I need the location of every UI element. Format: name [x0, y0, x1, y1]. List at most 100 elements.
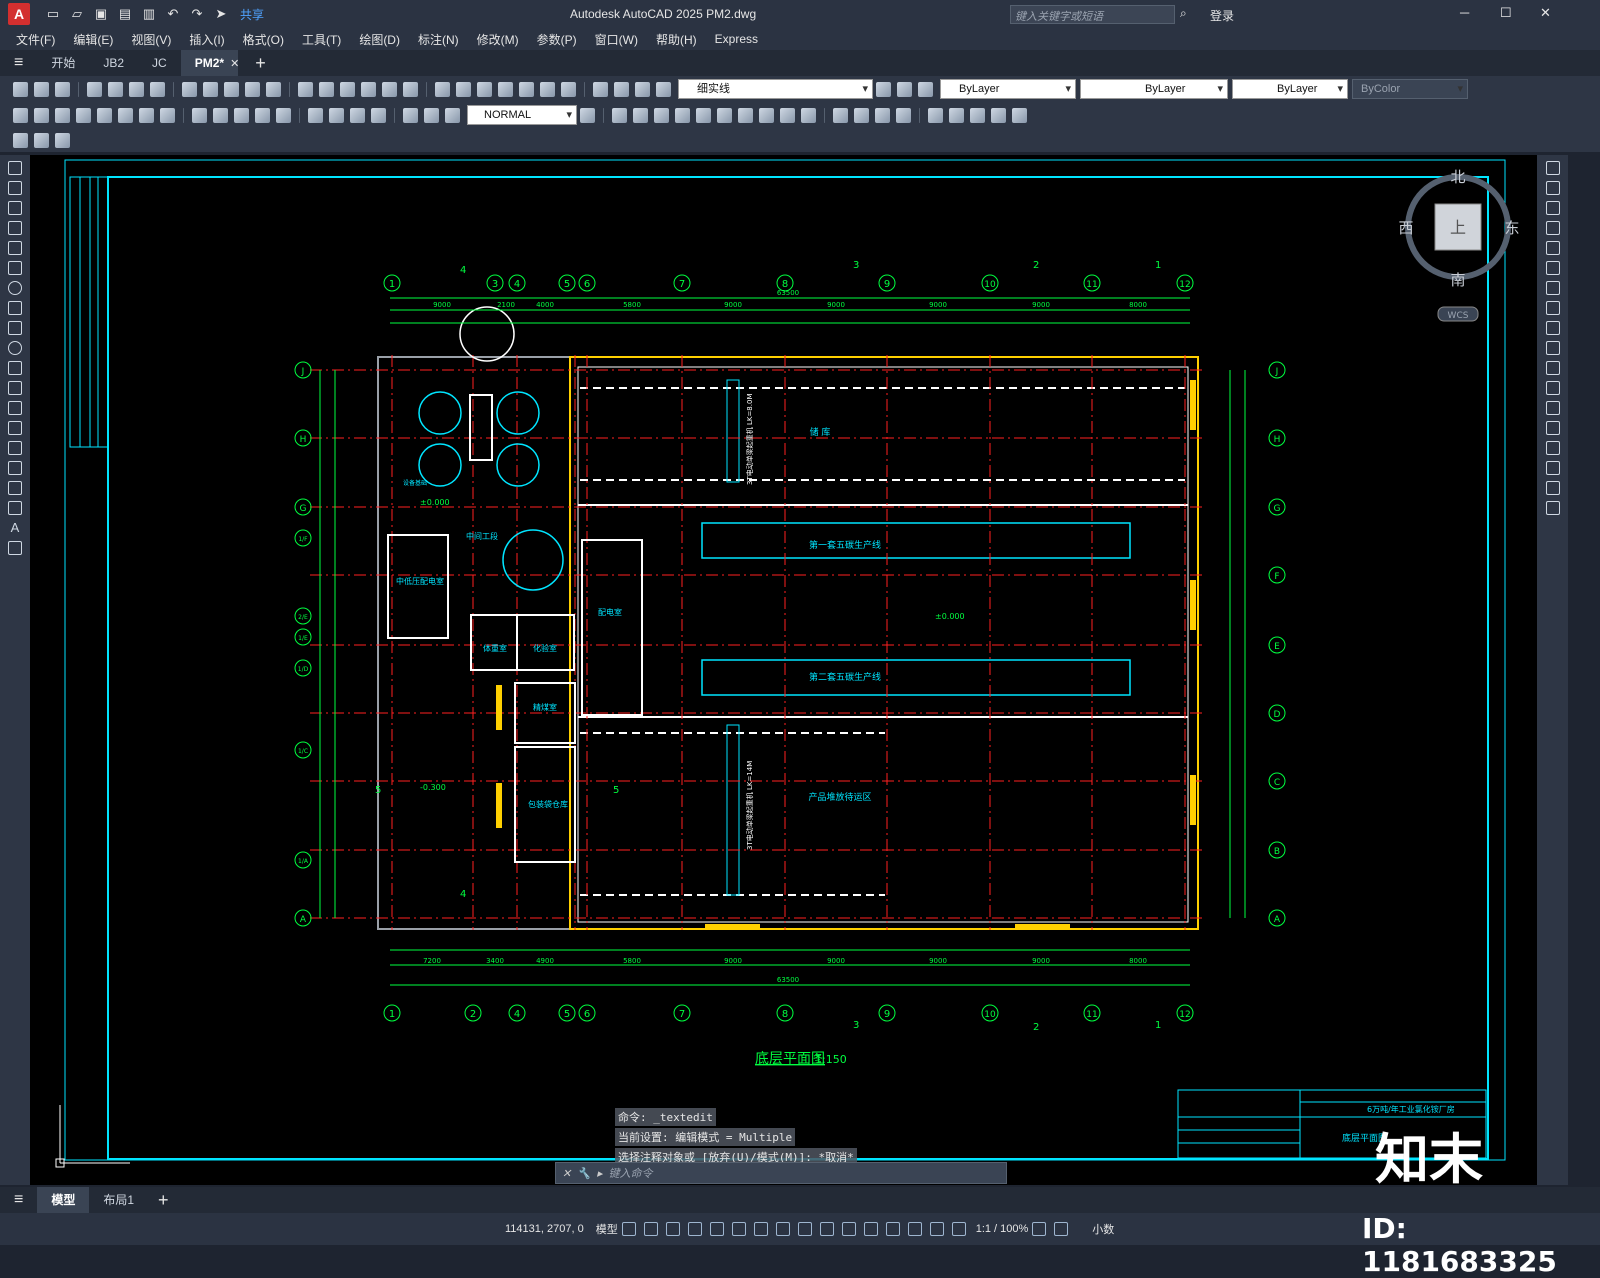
tab-model[interactable]: 模型 [37, 1187, 90, 1213]
hamburger-icon[interactable]: ≡ [14, 1191, 23, 1209]
express-tool-icon-1[interactable] [13, 132, 28, 148]
ordinate-icon[interactable] [76, 107, 91, 123]
snap-icon[interactable] [643, 1222, 658, 1236]
share-icon[interactable]: ➤ [212, 6, 230, 22]
erase-icon[interactable] [1545, 161, 1560, 175]
layer-freeze-icon[interactable] [635, 81, 650, 97]
menu-dimension[interactable]: 标注(N) [418, 31, 459, 48]
spline-icon[interactable] [8, 321, 22, 335]
drawing-canvas[interactable]: 1 3 4 5 6 7 8 9 10 11 12 1 2 4 5 6 7 8 9… [30, 155, 1537, 1185]
new-file-icon[interactable]: ▭ [44, 6, 62, 22]
quick-dim-icon[interactable] [192, 107, 207, 123]
break-icon[interactable] [276, 107, 291, 123]
arc-length-icon[interactable] [55, 107, 70, 123]
markup-icon[interactable] [519, 81, 534, 97]
offset-icon[interactable] [1545, 221, 1560, 235]
selection-filter-icon[interactable] [885, 1222, 900, 1236]
circle-icon[interactable] [8, 281, 22, 295]
menu-tools[interactable]: 工具(T) [302, 31, 341, 48]
paste-icon[interactable] [224, 81, 239, 97]
cut-icon[interactable] [182, 81, 197, 97]
stretch-icon[interactable] [1545, 321, 1560, 335]
recent-commands-icon[interactable]: ▸ [597, 1167, 603, 1180]
polygon-icon[interactable] [8, 221, 22, 235]
dim-text-edit-icon[interactable] [424, 107, 439, 123]
command-line[interactable]: ✕ 🔧 ▸ 键入命令 [555, 1162, 1007, 1184]
copy-icon[interactable] [203, 81, 218, 97]
new-icon[interactable] [13, 81, 28, 97]
search-icon[interactable]: ⌕ [1180, 6, 1187, 21]
break-at-point-icon[interactable] [1545, 381, 1560, 395]
workspace-gear-icon[interactable] [1032, 1222, 1047, 1236]
sheet-set-icon[interactable] [498, 81, 513, 97]
jogged-linear-icon[interactable] [371, 107, 386, 123]
undo-icon[interactable]: ↶ [164, 6, 182, 22]
aligned-dim-icon[interactable] [34, 107, 49, 123]
center-mark-icon[interactable] [329, 107, 344, 123]
revcloud-icon[interactable] [8, 301, 22, 315]
region-icon[interactable] [8, 481, 22, 495]
ucs-icon-1[interactable] [928, 107, 943, 123]
jogged-icon[interactable] [118, 107, 133, 123]
move-icon[interactable] [1545, 261, 1560, 275]
menu-draw[interactable]: 绘图(D) [359, 31, 400, 48]
radius-icon[interactable] [97, 107, 112, 123]
search-input[interactable]: 键入关键字或短语 [1010, 5, 1175, 24]
linear-dim-icon[interactable] [13, 107, 28, 123]
minimize-icon[interactable]: ─ [1460, 5, 1469, 20]
make-current-icon[interactable] [876, 81, 891, 97]
help-icon[interactable] [561, 81, 576, 97]
express-tool-icon-3[interactable] [55, 132, 70, 148]
trim-icon[interactable] [1545, 341, 1560, 355]
menu-modify[interactable]: 修改(M) [477, 31, 519, 48]
close-icon[interactable]: ✕ [1540, 5, 1551, 21]
mirror-icon[interactable] [1545, 201, 1560, 215]
layer-on-icon[interactable] [614, 81, 629, 97]
arc-icon[interactable] [8, 261, 22, 275]
dimstyle-icon[interactable] [580, 107, 595, 123]
otrack-icon[interactable] [731, 1222, 746, 1236]
plotstyle-dropdown[interactable]: ByColor [1352, 79, 1468, 99]
make-block-icon[interactable] [8, 401, 22, 415]
match-properties-icon[interactable] [245, 81, 260, 97]
tab-close-icon[interactable]: ✕ [230, 57, 239, 70]
ucs-icon-4[interactable] [991, 107, 1006, 123]
color-dropdown[interactable]: ByLayer [940, 79, 1076, 99]
menu-express[interactable]: Express [715, 32, 758, 46]
tolerance-icon[interactable] [308, 107, 323, 123]
zoom-window-icon[interactable] [382, 81, 397, 97]
block-editor-icon[interactable] [266, 81, 281, 97]
lineweight-icon[interactable] [775, 1222, 790, 1236]
menu-edit[interactable]: 编辑(E) [73, 31, 113, 48]
zoom-realtime-icon[interactable] [361, 81, 376, 97]
save-as-icon[interactable]: ▤ [116, 6, 134, 22]
hatch-icon[interactable] [8, 441, 22, 455]
annotation-scale[interactable]: 1:1 / 100% [976, 1223, 1029, 1235]
new-tab-icon[interactable]: + [255, 53, 266, 74]
model-space-button[interactable]: 模型 [596, 1221, 618, 1237]
view-icon-4[interactable] [675, 107, 690, 123]
rectangle-icon[interactable] [8, 241, 22, 255]
annotation-monitor-icon[interactable] [1054, 1222, 1069, 1236]
ucs-icon-2[interactable] [949, 107, 964, 123]
view-icon-7[interactable] [738, 107, 753, 123]
inspection-icon[interactable] [350, 107, 365, 123]
view-icon-6[interactable] [717, 107, 732, 123]
view-icon-8[interactable] [759, 107, 774, 123]
ellipse-arc-icon[interactable] [8, 361, 22, 375]
menu-parametric[interactable]: 参数(P) [537, 31, 577, 48]
menu-insert[interactable]: 插入(I) [189, 31, 224, 48]
add-selected-icon[interactable] [8, 541, 22, 555]
gizmo-icon[interactable] [907, 1222, 922, 1236]
save-icon[interactable] [55, 81, 70, 97]
design-center-icon[interactable] [456, 81, 471, 97]
gradient-icon[interactable] [8, 461, 22, 475]
polyline-icon[interactable] [8, 201, 22, 215]
fillet-icon[interactable] [1545, 461, 1560, 475]
space-icon[interactable] [255, 107, 270, 123]
redo-icon[interactable]: ↷ [188, 6, 206, 22]
copy-object-icon[interactable] [1545, 181, 1560, 195]
units-button[interactable]: 小数 [1092, 1221, 1114, 1237]
insert-block-icon[interactable] [8, 381, 22, 395]
tool-palettes-icon[interactable] [477, 81, 492, 97]
